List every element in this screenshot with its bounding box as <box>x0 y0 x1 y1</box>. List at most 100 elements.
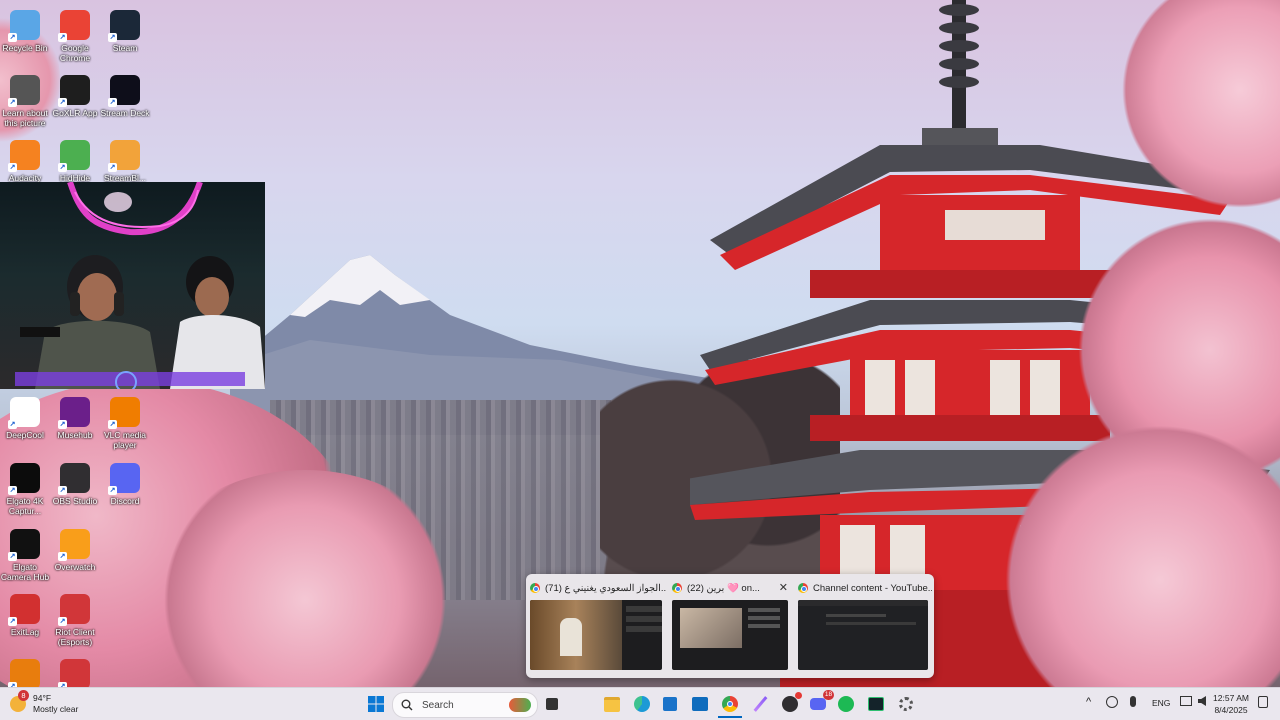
desktop-icon-label: Musehub <box>57 430 93 440</box>
goxlr-icon: ↗ <box>58 75 90 107</box>
desktop-icon-label: Stream Deck <box>100 108 150 118</box>
desktop-icon-label: Elgato 4K Captur... <box>6 496 44 516</box>
weather-temp: 94°F <box>33 693 52 703</box>
clock[interactable]: 12:57 AM 8/4/2025 <box>1212 692 1250 716</box>
webcam-overlay <box>0 182 265 389</box>
preview-window-2[interactable]: (22) برين 🩷 on... ✕ <box>668 578 792 674</box>
chevron-up-icon[interactable]: ^ <box>1086 696 1091 708</box>
chrome-button[interactable] <box>718 692 742 718</box>
edge-icon <box>634 696 650 712</box>
desktop-icon[interactable]: ↗ Learn about this picture <box>0 75 50 128</box>
shortcut-arrow-icon: ↗ <box>58 33 67 42</box>
preview-title: Channel content - YouTube... <box>813 582 932 594</box>
file-explorer-button[interactable] <box>600 692 624 716</box>
preview-window-3[interactable]: Channel content - YouTube... <box>794 578 932 674</box>
display-icon[interactable] <box>1180 696 1192 706</box>
chrome-icon <box>672 583 682 593</box>
store-button[interactable] <box>658 692 682 716</box>
desktop-icon[interactable]: ↗ Google Chrome <box>50 10 100 63</box>
search-highlight-icon <box>509 698 531 712</box>
desktop-icon-label: Steam <box>112 43 138 53</box>
weather-condition: Mostly clear <box>33 704 79 714</box>
desktop-icon-label: Elgato Camera Hub <box>0 562 50 582</box>
chrome-icon <box>722 696 738 712</box>
goxlr-button[interactable] <box>864 692 888 716</box>
language-indicator[interactable]: ENG <box>1152 698 1170 708</box>
steam-icon: ↗ <box>108 10 140 42</box>
file-explorer-icon <box>604 696 620 712</box>
webcam-scene <box>15 182 265 389</box>
desktop-icon-label: VLC media player <box>103 430 147 450</box>
taskbar-search-box[interactable]: Search <box>392 692 538 718</box>
musehub-icon: ↗ <box>58 397 90 429</box>
preview-window-1[interactable]: (71) الجواز السعودي يغنيني ع... <box>526 578 666 674</box>
shortcut-arrow-icon: ↗ <box>8 98 17 107</box>
desktop-icon[interactable]: ↗ Discord <box>100 463 150 506</box>
weather-widget[interactable]: 8 94°F Mostly clear <box>10 690 100 716</box>
desktop-icon[interactable]: ↗ Audacity <box>0 140 50 183</box>
shortcut-arrow-icon: ↗ <box>108 33 117 42</box>
outlook-button[interactable] <box>688 692 712 716</box>
moon-icon: 8 <box>10 690 29 712</box>
taskbar-preview-popup: (71) الجواز السعودي يغنيني ع... (22) بري… <box>526 574 934 678</box>
camera-icon: ↗ <box>8 75 40 107</box>
desktop-icon[interactable]: ↗ OBS Studio <box>50 463 100 506</box>
spotify-button[interactable] <box>834 692 858 716</box>
volume-icon[interactable] <box>1198 696 1206 706</box>
desktop-icon[interactable]: ↗ GoXLR App <box>50 75 100 118</box>
store-icon <box>663 697 677 711</box>
preview-image <box>530 600 662 670</box>
shortcut-arrow-icon: ↗ <box>108 98 117 107</box>
desktop-icon[interactable]: ↗ Elgato Camera Hub <box>0 529 50 582</box>
desktop-icon[interactable]: ↗ Stream Deck <box>100 75 150 118</box>
riot-client-icon: ↗ <box>58 659 90 691</box>
microphone-icon[interactable] <box>1130 696 1136 707</box>
discord-icon: ↗ <box>108 463 140 495</box>
deepcool-icon: ↗ <box>8 397 40 429</box>
clock-date: 8/4/2025 <box>1214 705 1248 715</box>
blender-icon: ↗ <box>8 659 40 691</box>
shortcut-arrow-icon: ↗ <box>58 98 67 107</box>
desktop-icon[interactable]: ↗ Musehub <box>50 397 100 440</box>
gear-icon <box>899 697 913 711</box>
network-icon[interactable] <box>1106 696 1118 708</box>
task-view-icon <box>546 698 558 710</box>
notification-bell-icon[interactable] <box>1258 696 1268 708</box>
preview-title: (71) الجواز السعودي يغنيني ع... <box>545 582 666 594</box>
windows-start-icon <box>368 696 384 712</box>
desktop-icon[interactable]: ↗ Overwatch <box>50 529 100 572</box>
recycle-bin-icon: ↗ <box>8 10 40 42</box>
shortcut-arrow-icon: ↗ <box>108 486 117 495</box>
desktop-icon[interactable]: ↗ Elgato 4K Captur... <box>0 463 50 516</box>
shortcut-arrow-icon: ↗ <box>8 486 17 495</box>
desktop-icon[interactable]: ↗ Steam <box>100 10 150 53</box>
obs-button[interactable] <box>778 692 802 716</box>
start-button[interactable] <box>364 692 388 716</box>
discord-button[interactable]: 18 <box>806 690 834 716</box>
desktop-icon[interactable]: ↗ DeepCool <box>0 397 50 440</box>
pen-icon <box>753 696 767 712</box>
task-view-button[interactable] <box>540 692 564 716</box>
desktop-icon[interactable]: ↗ HidHide <box>50 140 100 183</box>
preview-image <box>672 600 788 670</box>
desktop-icon[interactable]: ↗ Riot Client (Esports) <box>50 594 100 647</box>
close-icon[interactable]: ✕ <box>779 581 788 594</box>
desktop-icon-label: GoXLR App <box>52 108 98 118</box>
desktop-icon[interactable]: ↗ StreamBl... <box>100 140 150 183</box>
desktop-icon-label: Google Chrome <box>59 43 91 63</box>
shortcut-arrow-icon: ↗ <box>8 33 17 42</box>
desktop-icon-label: Discord <box>110 496 140 506</box>
desktop-icon[interactable]: ↗ VLC media player <box>100 397 150 450</box>
desktop-icon-label: Overwatch <box>54 562 96 572</box>
desktop-icon[interactable]: ↗ ExitLag <box>0 594 50 637</box>
settings-button[interactable] <box>894 692 918 716</box>
clock-time: 12:57 AM <box>1213 693 1249 703</box>
desktop-icon-label: ExitLag <box>10 627 40 637</box>
spotify-icon <box>838 696 854 712</box>
edge-button[interactable] <box>630 692 654 716</box>
pen-app-button[interactable] <box>748 692 772 716</box>
desktop-icon[interactable]: ↗ Recycle Bin <box>0 10 50 53</box>
obs-icon: ↗ <box>58 463 90 495</box>
chrome-icon <box>798 583 808 593</box>
shortcut-arrow-icon: ↗ <box>108 163 117 172</box>
